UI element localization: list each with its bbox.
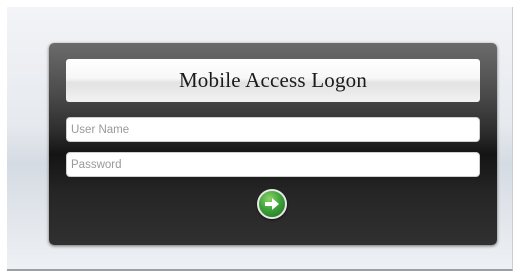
page-title: Mobile Access Logon bbox=[178, 68, 368, 92]
right-arrow-icon bbox=[265, 198, 279, 210]
password-input[interactable] bbox=[66, 152, 480, 177]
login-panel: Mobile Access Logon bbox=[49, 43, 497, 245]
page-background: Mobile Access Logon bbox=[7, 7, 513, 271]
title-box: Mobile Access Logon bbox=[66, 59, 480, 102]
submit-button[interactable] bbox=[257, 189, 287, 219]
username-input[interactable] bbox=[66, 117, 480, 142]
